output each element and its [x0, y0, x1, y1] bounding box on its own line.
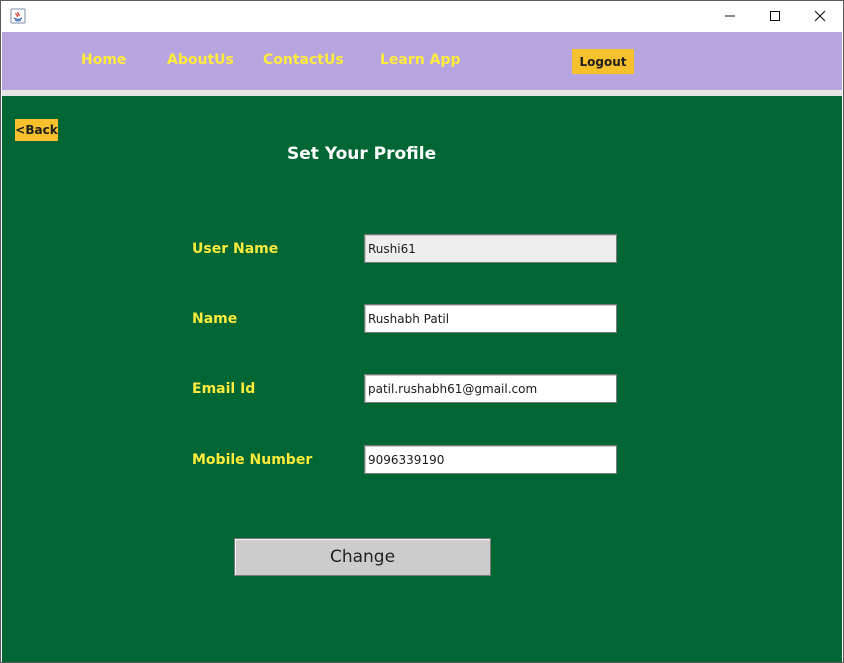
close-button[interactable] [797, 1, 843, 31]
java-app-icon [10, 8, 26, 24]
name-field[interactable]: Rushabh Patil [364, 304, 617, 333]
username-field[interactable]: Rushi61 [364, 234, 617, 263]
nav-bar: Home AboutUs ContactUs Learn App Logout [2, 32, 842, 90]
username-value: Rushi61 [368, 241, 416, 256]
app-window: Home AboutUs ContactUs Learn App Logout … [0, 0, 844, 663]
title-bar [1, 1, 843, 31]
nav-home-link[interactable]: Home [81, 52, 126, 68]
close-icon [814, 10, 826, 22]
mobile-label: Mobile Number [192, 452, 313, 468]
username-label: User Name [192, 241, 279, 257]
minimize-button[interactable] [707, 1, 753, 31]
minimize-icon [725, 15, 735, 17]
profile-panel: <Back Set Your Profile User Name Rushi61… [2, 96, 842, 662]
nav-aboutus-link[interactable]: AboutUs [167, 52, 234, 68]
back-button[interactable]: <Back [15, 119, 58, 141]
name-value: Rushabh Patil [368, 311, 450, 326]
change-button[interactable]: Change [234, 538, 491, 576]
name-label: Name [192, 311, 238, 327]
maximize-icon [770, 11, 780, 21]
nav-contactus-link[interactable]: ContactUs [263, 52, 344, 68]
page-title: Set Your Profile [287, 144, 437, 164]
email-value: patil.rushabh61@gmail.com [368, 381, 538, 396]
mobile-field[interactable]: 9096339190 [364, 445, 617, 474]
email-field[interactable]: patil.rushabh61@gmail.com [364, 374, 617, 403]
logout-button[interactable]: Logout [572, 49, 634, 74]
maximize-button[interactable] [752, 1, 798, 31]
nav-learn-app-link[interactable]: Learn App [380, 52, 461, 68]
mobile-value: 9096339190 [368, 452, 445, 467]
email-label: Email Id [192, 381, 256, 397]
